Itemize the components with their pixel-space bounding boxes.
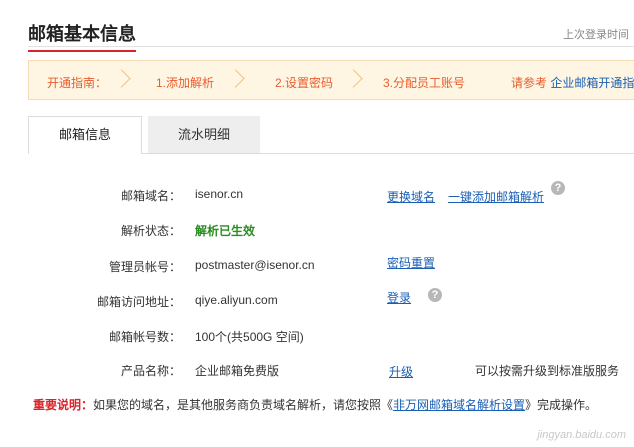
account-count-label: 邮箱帐号数： (108, 330, 181, 344)
login-link[interactable]: 登录 (387, 289, 411, 306)
guide-step-add-dns[interactable]: 1.添加解析 (156, 74, 214, 91)
reset-password-link[interactable]: 密码重置 (387, 254, 435, 271)
tab-mailbox-info[interactable]: 邮箱信息 (28, 116, 142, 154)
domain-label: 邮箱域名： (120, 189, 181, 203)
product-name-label: 产品名称： (120, 364, 181, 378)
notice-important-label: 重要说明： (33, 398, 94, 412)
dns-status-value: 解析已生效 (195, 224, 256, 238)
guide-ref-prefix: 请参考 (511, 76, 548, 90)
help-icon[interactable]: ? (551, 181, 565, 195)
admin-account-label: 管理员帐号： (108, 260, 181, 274)
change-domain-link[interactable]: 更换域名 (387, 188, 435, 205)
add-dns-link[interactable]: 一键添加邮箱解析 (448, 188, 544, 205)
guide-label: 开通指南： (47, 76, 108, 90)
notice-text: 如果您的域名，是其他服务商负责域名解析，请您按照《 (93, 398, 394, 412)
important-notice: 重要说明：如果您的域名，是其他服务商负责域名解析，请您按照《非万网邮箱域名解析设… (33, 396, 597, 413)
dns-status-label: 解析状态： (120, 224, 181, 238)
tab-transaction-details[interactable]: 流水明细 (148, 116, 260, 154)
upgrade-note: 可以按需升级到标准版服务 (475, 364, 620, 378)
upgrade-link[interactable]: 升级 (389, 363, 413, 380)
account-count-value: 100个(共500G 空间) (195, 330, 304, 344)
domain-value: isenor.cn (195, 187, 244, 201)
guide-reference: 请参考 企业邮箱开通指 (511, 74, 634, 91)
admin-account-value: postmaster@isenor.cn (195, 258, 315, 272)
watermark: jingyan.baidu.com (537, 429, 626, 441)
chevron-right-icon (112, 69, 131, 88)
chevron-right-icon (344, 69, 363, 88)
dns-setup-guide-link[interactable]: 非万网邮箱域名解析设置 (393, 398, 525, 412)
setup-guide-bar: 开通指南： 1.添加解析 2.设置密码 3.分配员工账号 请参考 企业邮箱开通指 (28, 60, 634, 100)
page-title: 邮箱基本信息 (28, 20, 136, 52)
guide-ref-link[interactable]: 企业邮箱开通指 (550, 76, 634, 90)
guide-step-assign-accounts[interactable]: 3.分配员工账号 (383, 74, 465, 91)
access-address-label: 邮箱访问地址： (96, 295, 181, 309)
guide-step-set-password[interactable]: 2.设置密码 (275, 74, 333, 91)
help-icon[interactable]: ? (428, 288, 442, 302)
access-address-value: qiye.aliyun.com (195, 293, 278, 307)
chevron-right-icon (226, 69, 245, 88)
product-name-value: 企业邮箱免费版 (195, 364, 280, 378)
notice-suffix: 》完成操作。 (525, 398, 598, 412)
last-login-label: 上次登录时间 (563, 29, 629, 41)
header-divider (28, 46, 634, 47)
